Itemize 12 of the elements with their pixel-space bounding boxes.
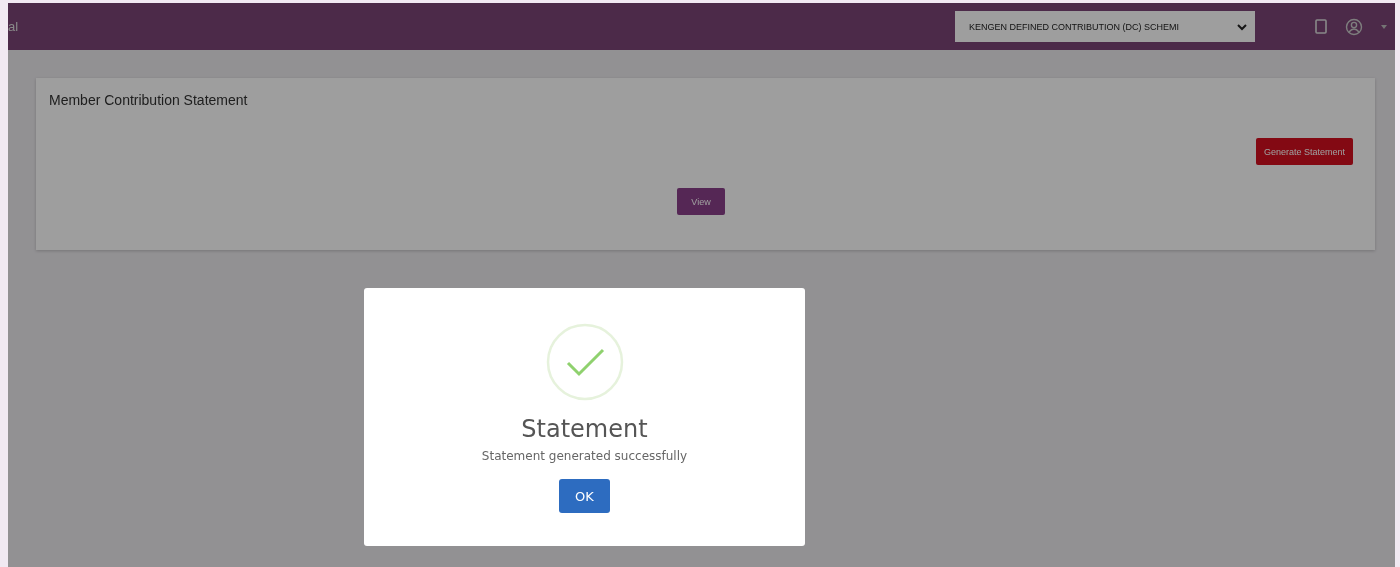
scheme-select[interactable]: KENGEN DEFINED CONTRIBUTION (DC) SCHEMI [955, 11, 1255, 42]
user-icon[interactable] [1345, 17, 1363, 36]
card-title: Member Contribution Statement [49, 92, 249, 108]
success-check-icon [545, 323, 624, 401]
chevron-down-icon [1237, 22, 1247, 31]
view-button[interactable]: View [677, 188, 725, 215]
caret-icon[interactable] [1381, 24, 1387, 29]
dialog-message: Statement generated successfully [481, 449, 688, 463]
generate-statement-button[interactable]: Generate Statement [1255, 138, 1353, 165]
dialog-title: Statement [521, 415, 648, 443]
brand-text: al [8, 19, 19, 34]
ok-button[interactable]: OK [559, 479, 610, 513]
